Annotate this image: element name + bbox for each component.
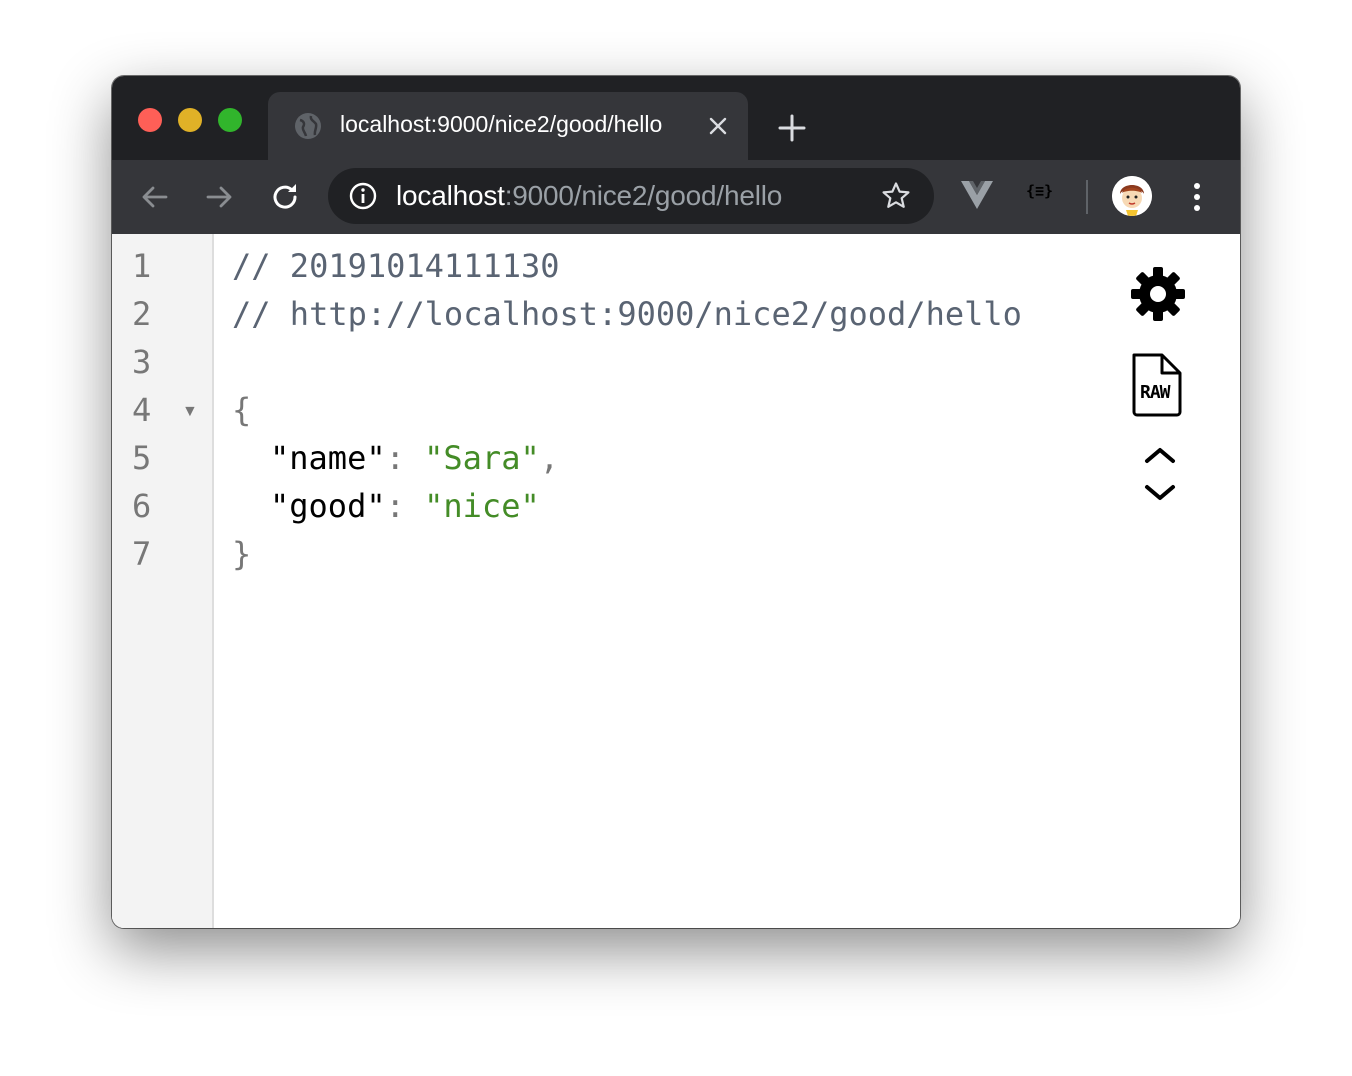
line-number: 2: [132, 295, 152, 333]
url-text[interactable]: localhost:9000/nice2/good/hello: [396, 180, 782, 212]
line-number: 4: [132, 391, 152, 429]
toolbar-separator: [1086, 180, 1088, 214]
json-viewer-content: 1 2 3 4 ▼ 5 6 7 // 20191014111130 // htt…: [112, 234, 1240, 928]
json-colon: :: [385, 439, 405, 477]
comment-url: // http://localhost:9000/nice2/good/hell…: [232, 295, 1022, 333]
json-viewer-icon[interactable]: {≡}: [1026, 182, 1060, 212]
back-arrow-icon[interactable]: [138, 180, 172, 214]
gear-icon[interactable]: [1128, 264, 1188, 324]
comment-timestamp: // 20191014111130: [232, 247, 560, 285]
line-number: 7: [132, 535, 152, 573]
line-number: 5: [132, 439, 152, 477]
json-key: "name": [270, 439, 386, 477]
raw-label: RAW: [1140, 382, 1170, 403]
browser-window: localhost:9000/nice2/good/hello localhos…: [112, 76, 1240, 928]
tab-title: localhost:9000/nice2/good/hello: [340, 111, 663, 137]
line-number: 1: [132, 247, 152, 285]
json-comma: ,: [539, 439, 559, 477]
json-colon: :: [385, 487, 405, 525]
fold-toggle[interactable]: ▼: [182, 388, 198, 436]
address-bar[interactable]: localhost:9000/nice2/good/hello: [328, 168, 934, 224]
vue-devtools-icon[interactable]: [960, 180, 994, 210]
close-brace: }: [232, 535, 252, 573]
json-entry: "name": "Sara",: [270, 434, 559, 482]
collapse-expand-icon[interactable]: [1142, 444, 1178, 504]
open-brace: {: [232, 391, 252, 429]
line-number: 3: [132, 343, 152, 381]
active-tab[interactable]: localhost:9000/nice2/good/hello: [268, 92, 748, 160]
line-gutter: 1 2 3 4 ▼ 5 6 7: [112, 234, 214, 928]
browser-toolbar: localhost:9000/nice2/good/hello {≡}: [112, 160, 1240, 234]
json-value: "nice": [424, 487, 540, 525]
avatar[interactable]: [1112, 176, 1152, 216]
title-bar: localhost:9000/nice2/good/hello: [112, 76, 1240, 160]
line-number: 6: [132, 487, 152, 525]
url-host: localhost: [396, 180, 505, 211]
reload-icon[interactable]: [268, 180, 302, 214]
json-value: "Sara": [424, 439, 540, 477]
avatar-illustration: [1112, 176, 1152, 216]
plus-icon[interactable]: [776, 112, 808, 144]
minimize-window-button[interactable]: [178, 108, 202, 132]
forward-arrow-icon[interactable]: [202, 180, 236, 214]
star-icon[interactable]: [880, 180, 912, 212]
globe-icon: [295, 113, 321, 139]
zoom-window-button[interactable]: [218, 108, 242, 132]
kebab-menu-icon[interactable]: [1182, 180, 1212, 214]
url-path: :9000/nice2/good/hello: [504, 180, 783, 211]
info-icon[interactable]: [348, 181, 378, 211]
json-key: "good": [270, 487, 386, 525]
json-entry: "good": "nice": [270, 482, 540, 530]
raw-file-icon[interactable]: RAW: [1128, 352, 1184, 418]
close-window-button[interactable]: [138, 108, 162, 132]
close-icon[interactable]: [704, 112, 732, 140]
